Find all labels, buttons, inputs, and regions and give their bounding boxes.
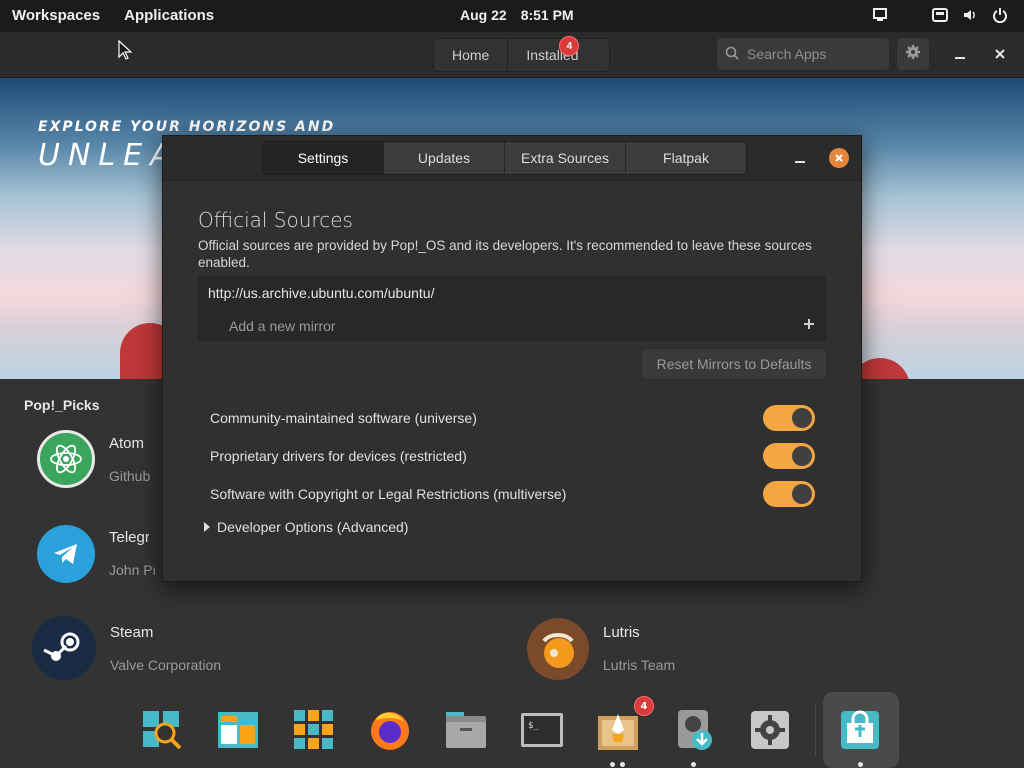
atom-icon xyxy=(37,430,95,488)
sources-dialog: Settings Updates Extra Sources Flatpak O… xyxy=(162,135,862,582)
app-author: Valve Corporation xyxy=(110,657,222,673)
app-name: Lutris xyxy=(603,624,640,641)
rocket-badge: 4 xyxy=(634,696,654,716)
svg-text:$_: $_ xyxy=(528,721,539,731)
mirror-list: http://us.archive.ubuntu.com/ubuntu/ Add… xyxy=(198,276,826,341)
toggle-row-multiverse: Software with Copyright or Legal Restric… xyxy=(210,481,815,507)
clock-date: Aug 22 xyxy=(460,7,507,23)
picks-heading: Pop!_Picks xyxy=(24,397,100,413)
toggle-row-restricted: Proprietary drivers for devices (restric… xyxy=(210,443,815,469)
app-card-lutris[interactable]: Lutris Lutris Team xyxy=(527,618,675,680)
app-header: Home Installed 4 xyxy=(0,32,1024,78)
dock-separator xyxy=(815,704,816,756)
close-button[interactable] xyxy=(988,42,1012,66)
chevron-right-icon xyxy=(204,522,210,532)
dock-files-icon[interactable] xyxy=(444,708,488,752)
running-indicator xyxy=(858,762,863,767)
steam-icon xyxy=(32,616,96,680)
dock-workspaces-icon[interactable] xyxy=(216,708,260,752)
app-name: Atom xyxy=(109,435,145,452)
tab-flatpak[interactable]: Flatpak xyxy=(625,142,746,174)
display-icon[interactable] xyxy=(872,7,888,23)
search-input[interactable] xyxy=(747,46,877,62)
volume-icon[interactable] xyxy=(962,7,978,23)
telegram-icon xyxy=(37,525,95,583)
dock-settings-icon[interactable] xyxy=(748,708,792,752)
app-author: John Preston xyxy=(109,562,155,578)
top-panel: Workspaces Applications Aug 22 8:51 PM xyxy=(0,0,1024,32)
app-card-telegram[interactable]: Telegram John Preston xyxy=(37,525,155,583)
reset-mirrors-button[interactable]: Reset Mirrors to Defaults xyxy=(641,348,827,380)
close-icon xyxy=(995,49,1005,59)
home-tab[interactable]: Home xyxy=(434,39,507,71)
multiverse-switch[interactable] xyxy=(763,481,815,507)
close-icon xyxy=(835,154,843,162)
developer-options-label: Developer Options (Advanced) xyxy=(217,519,409,535)
mouse-cursor xyxy=(118,39,133,64)
keyboard-icon[interactable] xyxy=(932,7,948,23)
toggle-row-universe: Community-maintained software (universe) xyxy=(210,405,815,431)
app-author: Lutris Team xyxy=(603,657,676,673)
tab-updates[interactable]: Updates xyxy=(383,142,504,174)
tab-extra-sources[interactable]: Extra Sources xyxy=(504,142,625,174)
plus-icon xyxy=(804,319,814,329)
dock-backup-icon[interactable] xyxy=(672,708,716,752)
gear-icon xyxy=(905,44,921,64)
dock-search-icon[interactable] xyxy=(140,708,184,752)
toggle-label: Software with Copyright or Legal Restric… xyxy=(210,486,567,502)
minimize-icon xyxy=(955,57,965,59)
app-settings-button[interactable] xyxy=(897,38,929,70)
toggle-label: Proprietary drivers for devices (restric… xyxy=(210,448,467,464)
restricted-switch[interactable] xyxy=(763,443,815,469)
applications-button[interactable]: Applications xyxy=(124,7,214,24)
dialog-header: Settings Updates Extra Sources Flatpak xyxy=(163,136,861,181)
dialog-tabs: Settings Updates Extra Sources Flatpak xyxy=(262,141,747,175)
app-card-steam[interactable]: Steam Valve Corporation xyxy=(32,616,221,680)
app-name: Steam xyxy=(110,624,154,641)
power-icon[interactable] xyxy=(992,7,1008,23)
dock-pop-shop-icon[interactable] xyxy=(838,708,882,752)
dialog-minimize-button[interactable] xyxy=(789,148,811,170)
banner-kicker: EXPLORE YOUR HORIZONS AND xyxy=(38,119,336,135)
add-mirror-input[interactable]: Add a new mirror xyxy=(229,318,336,334)
app-name: Telegram xyxy=(109,529,149,546)
toggle-label: Community-maintained software (universe) xyxy=(210,410,477,426)
universe-switch[interactable] xyxy=(763,405,815,431)
view-switcher: Home Installed 4 xyxy=(433,36,610,72)
minimize-icon xyxy=(795,161,805,163)
dialog-close-button[interactable] xyxy=(829,148,849,168)
dock: $_ 4 xyxy=(0,690,1024,768)
lutris-icon xyxy=(527,618,589,680)
tab-settings[interactable]: Settings xyxy=(263,142,383,174)
installed-tab[interactable]: Installed 4 xyxy=(507,36,608,71)
dock-terminal-icon[interactable]: $_ xyxy=(520,708,564,752)
running-indicator xyxy=(610,762,615,767)
running-indicator xyxy=(691,762,696,767)
clock-time: 8:51 PM xyxy=(520,7,574,23)
workspaces-button[interactable]: Workspaces xyxy=(12,7,100,24)
app-card-atom[interactable]: Atom Github xyxy=(37,430,150,488)
section-description: Official sources are provided by Pop!_OS… xyxy=(198,238,812,270)
running-indicator xyxy=(620,762,625,767)
section-title: Official Sources xyxy=(198,208,353,232)
minimize-button[interactable] xyxy=(948,42,972,66)
dock-firefox-icon[interactable] xyxy=(368,708,412,752)
clock[interactable]: Aug 22 8:51 PM xyxy=(460,7,574,23)
search-box[interactable] xyxy=(717,38,889,70)
search-icon xyxy=(725,45,739,64)
developer-options-expander[interactable]: Developer Options (Advanced) xyxy=(203,519,408,535)
add-mirror-button[interactable] xyxy=(803,314,815,335)
app-author: Github xyxy=(109,468,151,484)
mirror-url[interactable]: http://us.archive.ubuntu.com/ubuntu/ xyxy=(208,285,434,301)
dock-rocket-icon[interactable]: 4 xyxy=(596,696,654,752)
dock-app-grid-icon[interactable] xyxy=(292,708,336,752)
